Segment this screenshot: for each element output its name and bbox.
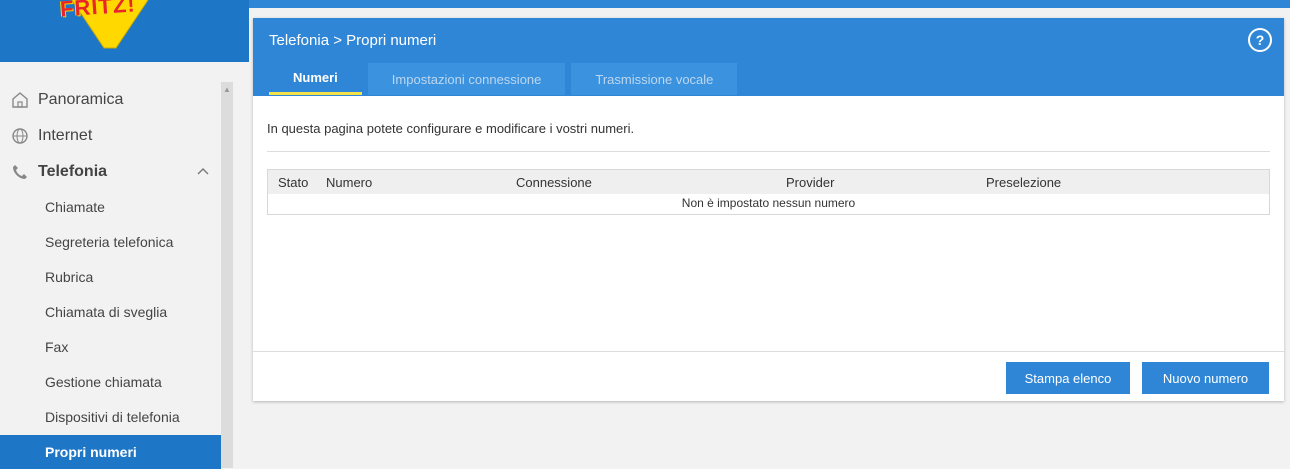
tab-bar: Numeri Impostazioni connessione Trasmiss…	[269, 63, 743, 95]
sidebar-scrollbar[interactable]: ▲	[221, 82, 233, 468]
sidebar-subitem-label: Chiamata di sveglia	[45, 304, 168, 320]
column-header-stato[interactable]: Stato	[278, 175, 308, 190]
main-panel: Telefonia > Propri numeri ? Numeri Impos…	[253, 18, 1284, 401]
footer-divider	[253, 351, 1284, 352]
sidebar-subitem-label: Dispositivi di telefonia	[45, 409, 180, 425]
column-header-numero[interactable]: Numero	[326, 175, 372, 190]
sidebar-item-internet[interactable]: Internet	[0, 118, 221, 154]
sidebar-subitem-label: Fax	[45, 339, 69, 355]
sidebar-subitem-label: Segreteria telefonica	[45, 234, 174, 250]
fritz-logo[interactable]: FRITZ!	[54, 0, 166, 50]
sidebar-subitem-label: Propri numeri	[45, 444, 137, 460]
sidebar-subitem-label: Chiamate	[45, 199, 105, 215]
sidebar-item-panoramica[interactable]: Panoramica	[0, 82, 221, 118]
intro-text: In questa pagina potete configurare e mo…	[267, 121, 635, 136]
new-number-button[interactable]: Nuovo numero	[1142, 362, 1269, 394]
sidebar-subitem-label: Rubrica	[45, 269, 94, 285]
divider	[267, 151, 1270, 152]
sidebar-item-label: Telefonia	[38, 163, 108, 180]
breadcrumb: Telefonia > Propri numeri	[269, 32, 437, 49]
sidebar-subitem-rubrica[interactable]: Rubrica	[0, 260, 221, 294]
logo-band: FRITZ!	[0, 0, 249, 62]
help-icon[interactable]: ?	[1248, 28, 1272, 52]
column-header-connessione[interactable]: Connessione	[516, 175, 592, 190]
tab-impostazioni-connessione[interactable]: Impostazioni connessione	[367, 63, 566, 95]
numbers-table: Stato Numero Connessione Provider Presel…	[267, 169, 1270, 215]
scroll-up-icon[interactable]: ▲	[221, 84, 233, 96]
table-header: Stato Numero Connessione Provider Presel…	[268, 170, 1269, 194]
sidebar-item-label: Internet	[38, 127, 93, 144]
sidebar-subitem-propri-numeri[interactable]: Propri numeri	[0, 435, 221, 469]
phone-icon	[10, 162, 30, 182]
sidebar-subitem-label: Gestione chiamata	[45, 374, 162, 390]
sidebar-subitem-chiamate[interactable]: Chiamate	[0, 190, 221, 224]
sidebar-subitem-sveglia[interactable]: Chiamata di sveglia	[0, 295, 221, 329]
sidebar-item-label: Panoramica	[38, 91, 124, 108]
chevron-up-icon[interactable]	[197, 164, 209, 178]
sidebar-subitem-fax[interactable]: Fax	[0, 330, 221, 364]
tab-numeri[interactable]: Numeri	[269, 63, 362, 95]
column-header-provider[interactable]: Provider	[786, 175, 834, 190]
tab-trasmissione-vocale[interactable]: Trasmissione vocale	[571, 63, 738, 95]
home-icon	[10, 90, 30, 110]
print-list-button[interactable]: Stampa elenco	[1006, 362, 1130, 394]
empty-table-message: Non è impostato nessun numero	[681, 196, 856, 210]
sidebar: Panoramica Internet Telefonia Chiamate S…	[0, 80, 233, 469]
sidebar-subitem-segreteria[interactable]: Segreteria telefonica	[0, 225, 221, 259]
sidebar-item-telefonia[interactable]: Telefonia	[0, 154, 221, 190]
globe-icon	[10, 126, 30, 146]
sidebar-subitem-dispositivi[interactable]: Dispositivi di telefonia	[0, 400, 221, 434]
sidebar-subitem-gestione-chiamata[interactable]: Gestione chiamata	[0, 365, 221, 399]
panel-header: Telefonia > Propri numeri ? Numeri Impos…	[253, 18, 1284, 96]
column-header-preselezione[interactable]: Preselezione	[986, 175, 1061, 190]
